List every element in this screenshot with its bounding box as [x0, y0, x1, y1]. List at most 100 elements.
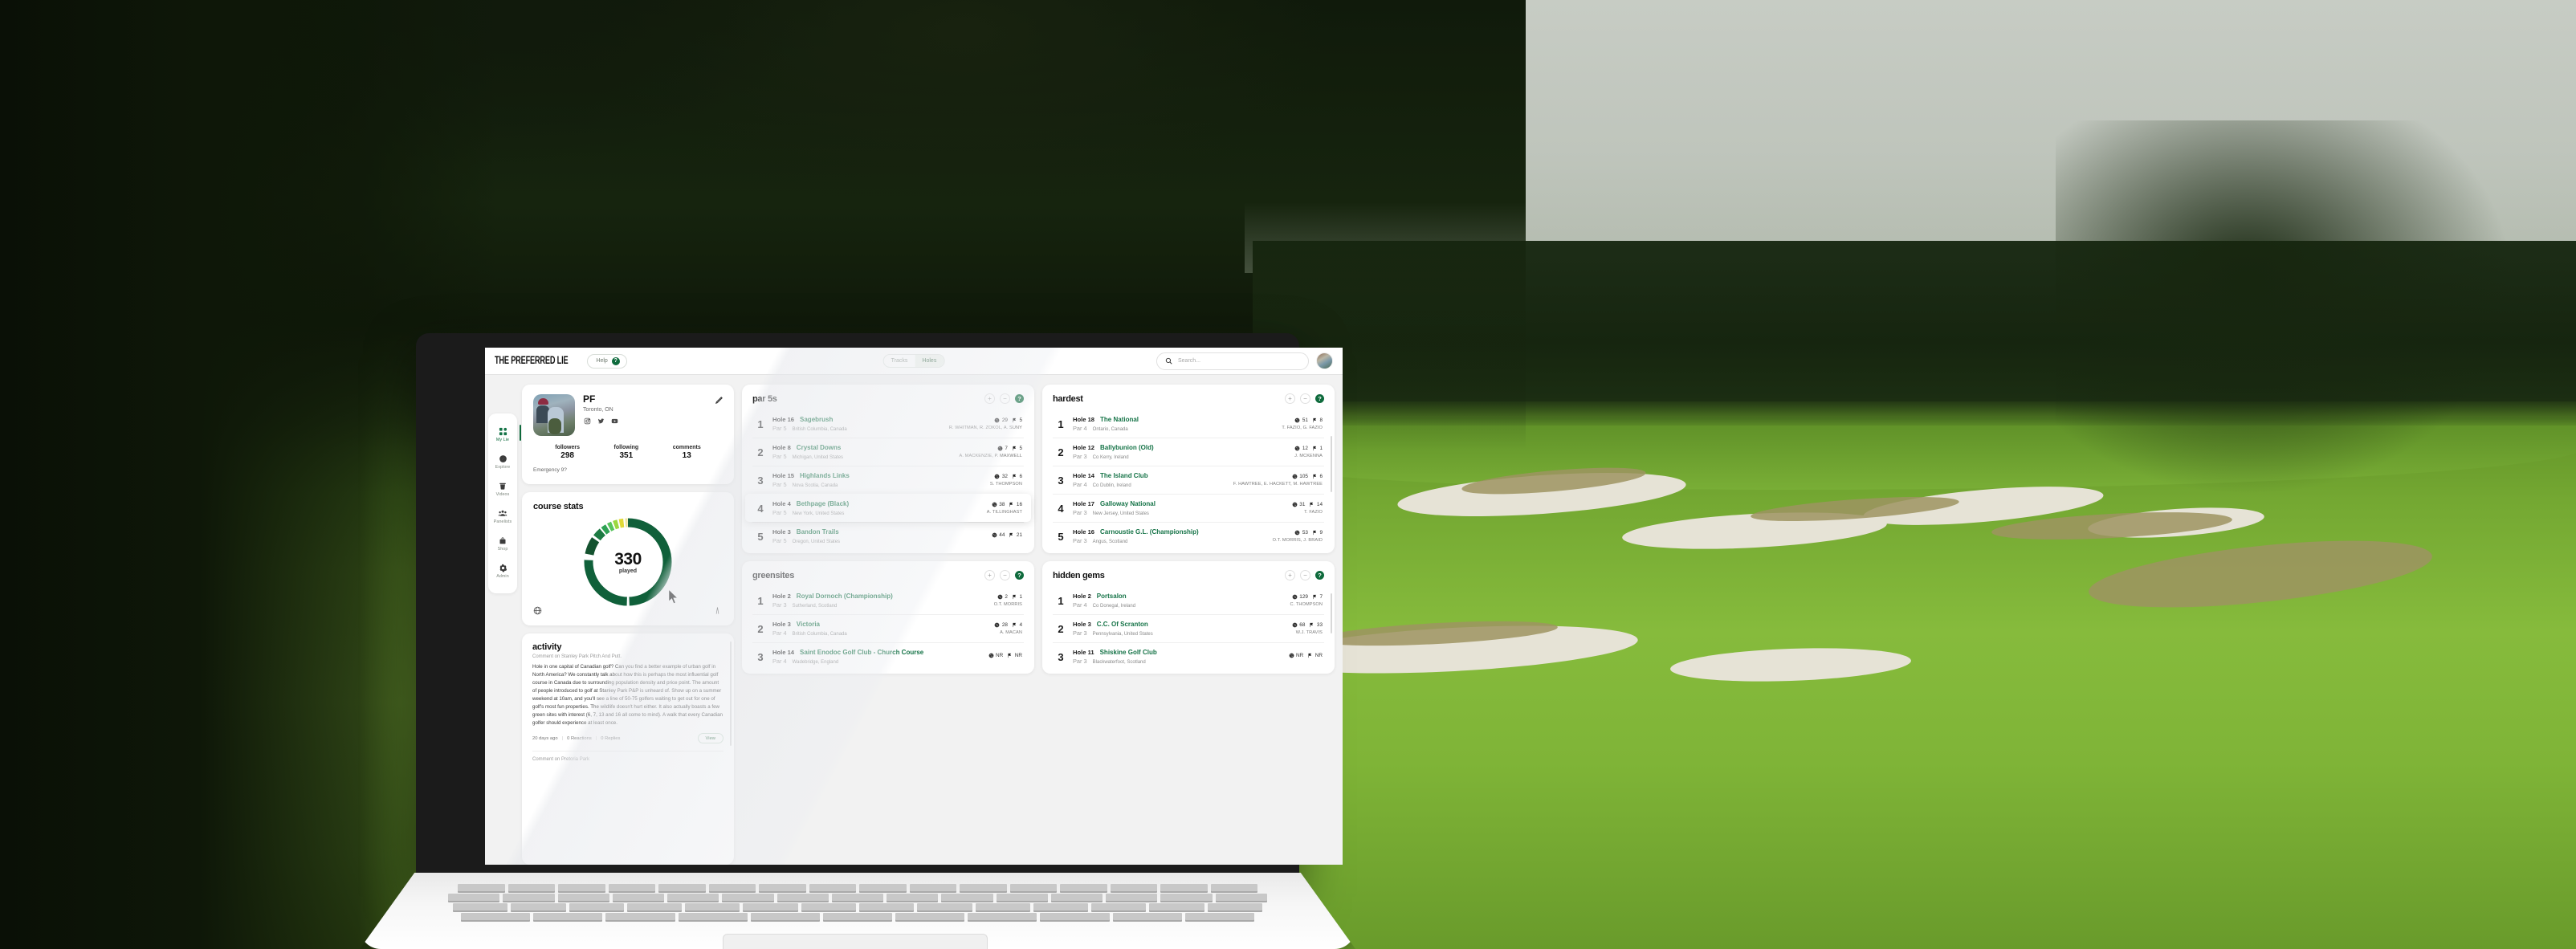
golfball-icon — [1292, 474, 1298, 479]
remove-button[interactable]: − — [1000, 393, 1010, 404]
course-name[interactable]: Highlands Links — [800, 472, 850, 479]
scrollbar[interactable] — [730, 641, 732, 746]
profile-tagline: Emergency 9? — [533, 467, 567, 473]
table-row[interactable]: 3 Hole 11 Shiskine Golf Club Par 3 Blackwa… — [1053, 642, 1324, 670]
course-name[interactable]: Carnoustie G.L. (Championship) — [1100, 528, 1199, 536]
add-button[interactable]: + — [1285, 393, 1295, 404]
course-name[interactable]: Bethpage (Black) — [797, 500, 849, 507]
course-name[interactable]: Shiskine Golf Club — [1100, 649, 1157, 656]
keyboard-key — [1207, 903, 1262, 910]
keyboard-key — [809, 884, 856, 891]
flags-count: 5 — [1019, 446, 1022, 451]
course-name[interactable]: Saint Enodoc Golf Club - Church Course — [800, 649, 923, 656]
keyboard-key — [658, 884, 706, 891]
tracks-holes-toggle[interactable]: Tracks Holes — [882, 354, 945, 368]
course-name[interactable]: Ballybunion (Old) — [1100, 444, 1154, 451]
keyboard-key — [1040, 913, 1110, 920]
table-row[interactable]: 2 Hole 8 Crystal Downs Par 5 Michigan, Uni… — [752, 438, 1024, 466]
table-row[interactable]: 1 Hole 18 The National Par 4 Ontario, Cana… — [1053, 410, 1324, 438]
laptop-trackpad — [723, 934, 988, 949]
views-count: 32 — [1001, 474, 1008, 479]
remove-button[interactable]: − — [1000, 570, 1010, 580]
remove-button[interactable]: − — [1300, 393, 1310, 404]
sidebar-item-panelists[interactable]: Panelists — [488, 503, 517, 531]
keyboard-key — [608, 884, 655, 891]
app-logo[interactable]: THE PREFERRED LIE — [495, 355, 569, 367]
table-row[interactable]: 1 Hole 2 Portsalon Par 4 Co Donegal, Irela… — [1053, 587, 1324, 614]
instagram-icon[interactable] — [583, 417, 591, 426]
keyboard-key — [759, 884, 806, 891]
view-button[interactable]: View — [697, 733, 723, 744]
rank: 1 — [757, 594, 764, 607]
flag-icon — [1308, 653, 1312, 658]
par: Par 5 — [772, 425, 787, 432]
table-row[interactable]: 1 Hole 2 Royal Dornoch (Championship) Par… — [752, 587, 1024, 614]
search-input[interactable]: Search... — [1156, 352, 1309, 370]
table-row[interactable]: 4 Hole 17 Galloway National Par 3 New Jers… — [1053, 494, 1324, 522]
keyboard-key — [1033, 903, 1089, 910]
keyboard-key — [859, 903, 915, 910]
course-name[interactable]: Portsalon — [1097, 593, 1127, 600]
course-name[interactable]: The National — [1100, 416, 1139, 423]
table-row[interactable]: 2 Hole 3 C.C. Of Scranton Par 3 Pennsylvan… — [1053, 614, 1324, 642]
keyboard-key — [1184, 913, 1254, 920]
avatar[interactable] — [1316, 352, 1333, 369]
course-name[interactable]: Royal Dornoch (Championship) — [797, 593, 893, 600]
course-name[interactable]: C.C. Of Scranton — [1097, 621, 1148, 628]
course-name[interactable]: Victoria — [797, 621, 820, 628]
help-icon[interactable]: ? — [1015, 394, 1024, 403]
table-row[interactable]: 3 Hole 14 Saint Enodoc Golf Club - Church… — [752, 642, 1024, 670]
views-count: 29 — [1001, 417, 1008, 423]
tab-holes[interactable]: Holes — [915, 355, 944, 367]
keyboard-key — [1215, 894, 1267, 901]
table-row[interactable]: 3 Hole 15 Highlands Links Par 5 Nova Scoti… — [752, 466, 1024, 494]
remove-button[interactable]: − — [1300, 570, 1310, 580]
help-icon[interactable]: ? — [1315, 394, 1324, 403]
scrollbar[interactable] — [1331, 593, 1332, 633]
tab-tracks[interactable]: Tracks — [884, 355, 915, 367]
course-name[interactable]: The Island Club — [1100, 472, 1148, 479]
course-stats-title: course stats — [533, 502, 584, 511]
youtube-icon[interactable] — [610, 417, 618, 426]
edit-profile-icon[interactable] — [715, 396, 723, 405]
views-count: 44 — [999, 532, 1005, 538]
flag-icon — [1313, 530, 1317, 536]
par: Par 5 — [772, 453, 787, 460]
help-icon[interactable]: ? — [1315, 571, 1324, 580]
help-button[interactable]: Help ? — [587, 353, 627, 369]
row-stats: 2 1 O.T. MORRIS — [994, 594, 1022, 607]
flag-icon — [1009, 532, 1013, 538]
twitter-icon[interactable] — [597, 417, 605, 426]
profile-avatar[interactable] — [533, 394, 575, 436]
table-row[interactable]: 3 Hole 14 The Island Club Par 4 Co Dublin,… — [1053, 466, 1324, 494]
table-row[interactable]: 2 Hole 12 Ballybunion (Old) Par 3 Co Kerry… — [1053, 438, 1324, 466]
par: Par 4 — [1073, 601, 1087, 609]
sidebar-item-my-lie[interactable]: My Lie — [488, 422, 521, 449]
architects: A. MACKENZIE, P. MAXWELL — [959, 454, 1022, 458]
sidebar-item-videos[interactable]: Videos — [488, 476, 517, 503]
table-row[interactable]: 1 Hole 16 Sagebrush Par 5 British Columbia… — [752, 410, 1024, 438]
location: Oregon, United States — [792, 540, 841, 544]
hole-number: Hole 12 — [1073, 444, 1095, 451]
sidebar-item-shop[interactable]: Shop — [488, 531, 517, 558]
course-name[interactable]: Galloway National — [1100, 500, 1156, 507]
add-button[interactable]: + — [984, 570, 995, 580]
sidebar-item-explore[interactable]: Explore — [488, 449, 517, 476]
sidebar: My Lie Explore Videos Panelists Shop Adm… — [485, 375, 521, 865]
add-button[interactable]: + — [1285, 570, 1295, 580]
table-row-highlighted[interactable]: 4 Hole 4 Bethpage (Black) Par 5 New York, … — [745, 494, 1031, 522]
table-row[interactable]: 5 Hole 16 Carnoustie G.L. (Championship) … — [1053, 522, 1324, 550]
table-row[interactable]: 2 Hole 3 Victoria Par 4 British Columbia, … — [752, 614, 1024, 642]
right-column: hardest + − ? 1 Hole 18 The National Par… — [1042, 385, 1335, 865]
stat-following: following 351 — [613, 445, 638, 460]
table-row[interactable]: 5 Hole 3 Bandon Trails Par 5 Oregon, Unite… — [752, 522, 1024, 550]
golfball-icon — [994, 417, 1000, 423]
course-name[interactable]: Bandon Trails — [797, 528, 839, 536]
add-button[interactable]: + — [984, 393, 995, 404]
course-name[interactable]: Sagebrush — [800, 416, 833, 423]
sidebar-item-admin[interactable]: Admin — [488, 558, 517, 585]
rank: 4 — [757, 502, 764, 515]
help-icon[interactable]: ? — [1015, 571, 1024, 580]
scrollbar[interactable] — [1331, 436, 1332, 492]
course-name[interactable]: Crystal Downs — [797, 444, 842, 451]
